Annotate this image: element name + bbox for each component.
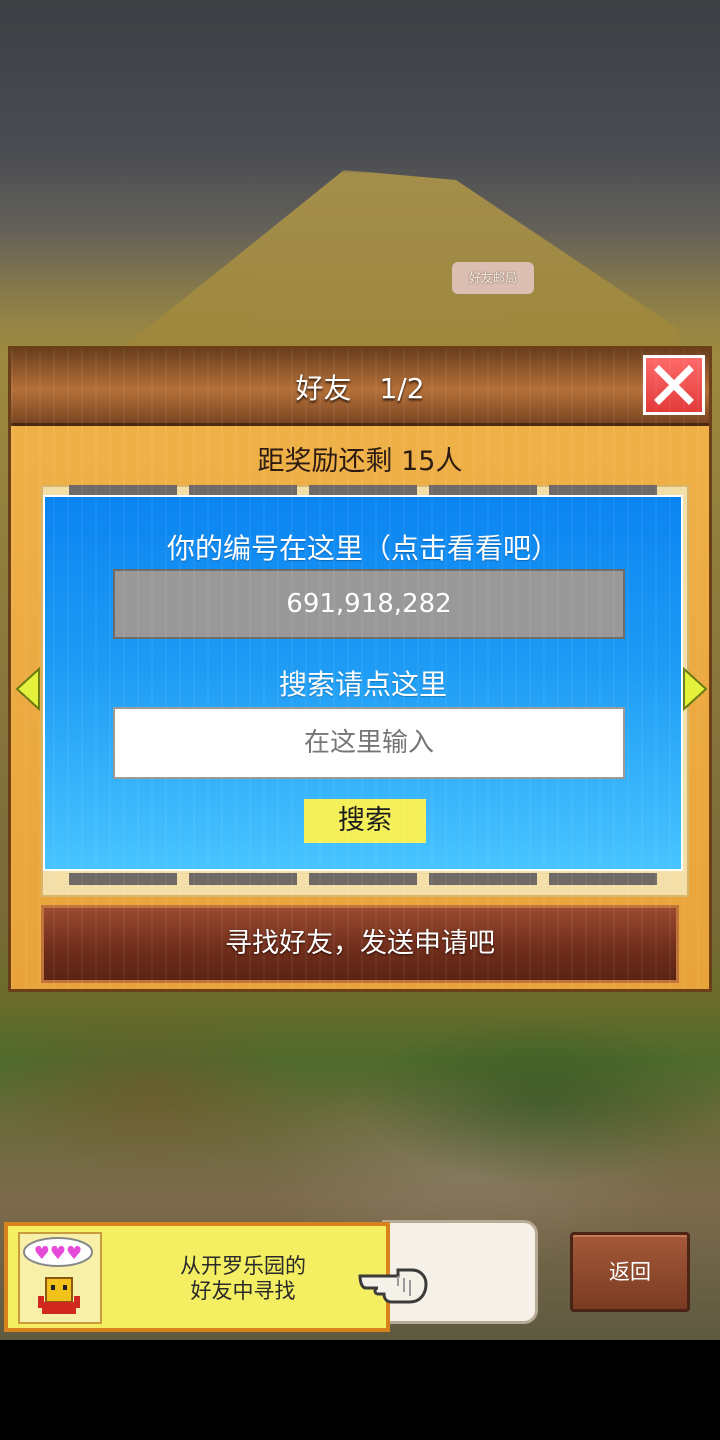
player-id-display[interactable]: 691,918,282 (113, 569, 625, 639)
close-icon (654, 365, 694, 405)
frame-peg (309, 873, 417, 885)
arrow-right-icon[interactable] (682, 667, 708, 711)
banner-line-1: 从开罗乐园的 (180, 1254, 306, 1278)
reward-remaining-text: 距奖励还剩 15人 (257, 446, 463, 477)
post-office-sign: 好友邮局 (452, 262, 534, 294)
frame-peg (189, 873, 297, 885)
find-friends-button[interactable]: 寻找好友，发送申请吧 (41, 905, 679, 983)
dialog-title-bar: 好友 1/2 (11, 349, 709, 426)
search-button[interactable]: 搜索 (304, 799, 426, 843)
mountain-terrain (120, 170, 680, 370)
pointing-hand-icon (358, 1268, 428, 1304)
arrow-left-icon[interactable] (15, 667, 41, 711)
svg-text:♥♥♥: ♥♥♥ (34, 1243, 82, 1264)
dialog-title: 好友 1/2 (295, 372, 425, 405)
id-label: 你的编号在这里（点击看看吧） (166, 532, 559, 565)
frame-peg (69, 873, 177, 885)
robot-avatar-icon: ♥♥♥ (18, 1232, 102, 1324)
friend-dialog: 好友 1/2 距奖励还剩 15人 你的编号在这里（点击看看吧） 691,918,… (8, 346, 712, 992)
search-input[interactable] (113, 707, 625, 779)
frame-peg (429, 873, 537, 885)
banner-line-2: 好友中寻找 (190, 1279, 296, 1303)
banner-text: 从开罗乐园的 好友中寻找 (148, 1254, 338, 1304)
back-button[interactable]: 返回 (570, 1232, 690, 1312)
friend-search-panel: 你的编号在这里（点击看看吧） 691,918,282 搜索请点这里 搜索 (43, 495, 683, 871)
frame-peg (549, 873, 657, 885)
close-button[interactable] (643, 355, 705, 415)
kairo-friends-banner[interactable]: ♥♥♥ 从开罗乐园的 好友中寻找 (4, 1222, 390, 1332)
search-label: 搜索请点这里 (278, 668, 447, 701)
